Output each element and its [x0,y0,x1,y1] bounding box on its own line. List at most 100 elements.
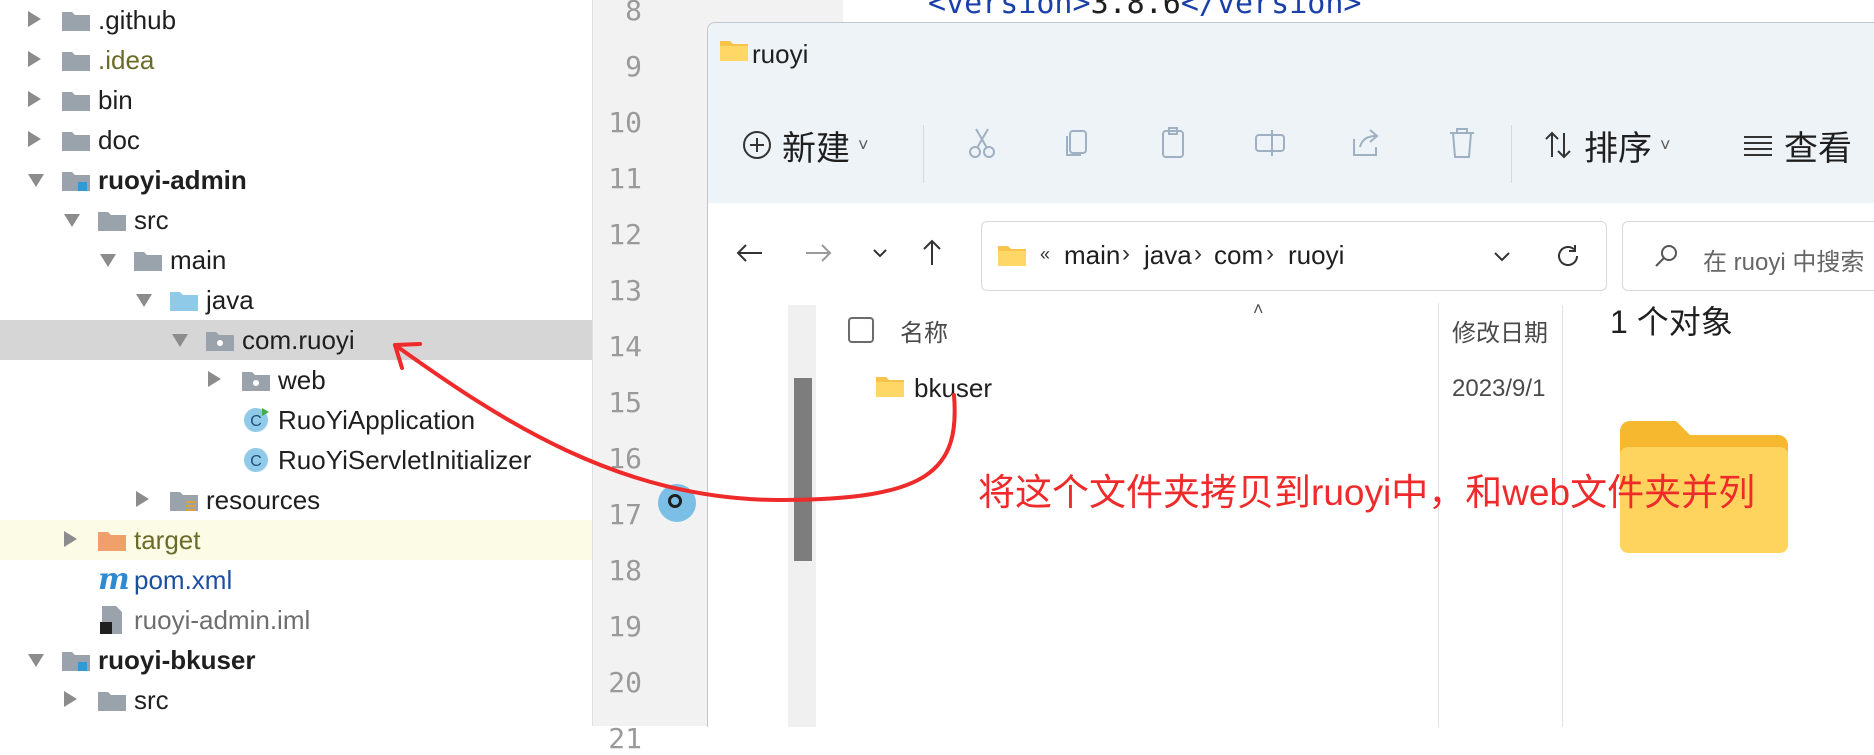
tree-item-doc[interactable]: doc [0,120,592,160]
tree-item-iml[interactable]: ruoyi-admin.iml [0,600,592,640]
collapse-caret-icon[interactable] [172,334,188,347]
tree-item-ruoyi-admin[interactable]: ruoyi-admin [0,160,592,200]
tree-item-pom-xml[interactable]: m pom.xml [0,560,592,600]
module-folder-icon [62,172,90,191]
tree-item-label: RuoYiServletInitializer [278,445,532,475]
tree-item-java[interactable]: java [0,280,592,320]
maven-icon: m [98,562,130,597]
refresh-icon[interactable] [1554,242,1582,270]
copy-icon[interactable] [1060,125,1096,161]
tree-item-github[interactable]: .github [0,0,592,40]
tree-item-label: src [134,205,169,235]
tree-item-bin[interactable]: bin [0,80,592,120]
collapse-caret-icon[interactable] [64,214,80,227]
module-folder-icon [62,652,90,671]
breadcrumb-java[interactable]: java [1144,240,1192,271]
nav-pane-scrollbar[interactable] [794,378,812,561]
recent-chevron-down-icon[interactable] [862,235,898,271]
breadcrumb-main[interactable]: main [1064,240,1120,271]
module-file-icon [100,606,122,634]
up-arrow-icon[interactable] [914,235,950,271]
breadcrumb-separator-icon: › [1194,240,1202,267]
collapse-caret-icon[interactable] [28,654,44,667]
package-icon [206,332,234,351]
line-number: 18 [608,554,642,587]
search-input[interactable]: 在 ruoyi 中搜索 [1622,221,1874,291]
details-pane-divider[interactable] [1562,305,1563,727]
tree-item-ruoyi-servlet-initializer[interactable]: C RuoYiServletInitializer [0,440,592,480]
tree-item-label: main [170,245,227,275]
file-row[interactable]: bkuser 2023/9/1 [818,361,1578,413]
expand-caret-icon[interactable] [28,11,41,27]
tree-item-label: src [134,685,169,715]
tree-item-label: resources [206,485,321,515]
tree-item-label: java [206,285,254,315]
collapse-caret-icon[interactable] [28,174,44,187]
sort-button[interactable]: 排序 ˅ [1542,121,1671,169]
tree-item-web[interactable]: web [0,360,592,400]
collapse-caret-icon[interactable] [136,294,152,307]
breadcrumb-com[interactable]: com [1214,240,1263,271]
expand-caret-icon[interactable] [136,491,149,507]
chevron-down-icon: ˅ [858,134,869,155]
line-number: 19 [608,610,642,643]
expand-caret-icon[interactable] [64,691,77,707]
tree-item-idea[interactable]: .idea [0,40,592,80]
tree-item-label: ruoyi-admin.iml [134,605,311,635]
expand-caret-icon[interactable] [28,51,41,67]
code-line[interactable]: <version>3.8.6</version> [928,0,1362,21]
class-icon: C [244,448,268,472]
code-open-tag: <version> [928,0,1091,21]
address-chevron-down-icon[interactable] [1490,244,1514,268]
tree-item-main[interactable]: main [0,240,592,280]
navigation-bar: « main › java › com › ruoyi 在 ruoyi 中搜索 [708,203,1874,303]
resources-folder-icon [170,492,198,511]
folder-icon [998,246,1026,266]
expand-caret-icon[interactable] [64,531,77,547]
annotation-text: 将这个文件夹拷贝到ruoyi中，和web文件夹并列 [978,472,1756,513]
tree-item-label: bin [98,85,133,115]
paste-icon[interactable] [1156,125,1192,161]
file-explorer-window: ruoyi 新建 ˅ 排序 ˅ 查看 « main › java › com ›… [707,22,1874,727]
view-button[interactable]: 查看 [1742,121,1852,169]
line-number: 12 [608,218,642,251]
address-bar[interactable]: « main › java › com › ruoyi [981,221,1607,291]
spring-run-gutter-icon[interactable] [658,484,696,522]
back-arrow-icon[interactable] [732,235,768,271]
line-number: 10 [608,106,642,139]
tree-item-ruoyi-application[interactable]: C RuoYiApplication [0,400,592,440]
folder-icon [720,41,748,61]
share-icon[interactable] [1348,125,1384,161]
expand-caret-icon[interactable] [28,131,41,147]
breadcrumb-ruoyi[interactable]: ruoyi [1288,240,1344,271]
code-close-tag: </version> [1180,0,1362,21]
forward-arrow-icon[interactable] [800,235,836,271]
folder-icon [62,12,90,31]
sort-icon [1545,131,1571,159]
folder-icon [134,252,162,271]
cut-icon[interactable] [964,125,1000,161]
tree-item-src-bkuser[interactable]: src [0,680,592,720]
breadcrumb-overflow[interactable]: « [1040,244,1050,265]
tree-item-src[interactable]: src [0,200,592,240]
column-header-name[interactable]: 名称 [900,313,948,348]
tree-item-target[interactable]: target [0,520,592,560]
new-button[interactable]: 新建 ˅ [742,121,869,169]
tree-item-label: target [134,525,201,555]
folder-icon [876,377,904,397]
tree-item-ruoyi-bkuser[interactable]: ruoyi-bkuser [0,640,592,680]
command-bar: 新建 ˅ 排序 ˅ 查看 [708,83,1874,204]
collapse-caret-icon[interactable] [100,254,116,267]
column-header-date[interactable]: 修改日期 [1452,313,1548,348]
rename-icon[interactable] [1252,125,1288,161]
svg-text:C: C [250,453,262,470]
title-bar[interactable]: ruoyi [708,23,1874,83]
file-date: 2023/9/1 [1452,375,1546,402]
expand-caret-icon[interactable] [208,371,221,387]
select-all-checkbox[interactable] [848,317,874,343]
tree-item-com-ruoyi[interactable]: com.ruoyi [0,320,592,360]
source-folder-icon [170,292,198,311]
expand-caret-icon[interactable] [28,91,41,107]
delete-icon[interactable] [1444,125,1480,161]
tree-item-resources[interactable]: resources [0,480,592,520]
